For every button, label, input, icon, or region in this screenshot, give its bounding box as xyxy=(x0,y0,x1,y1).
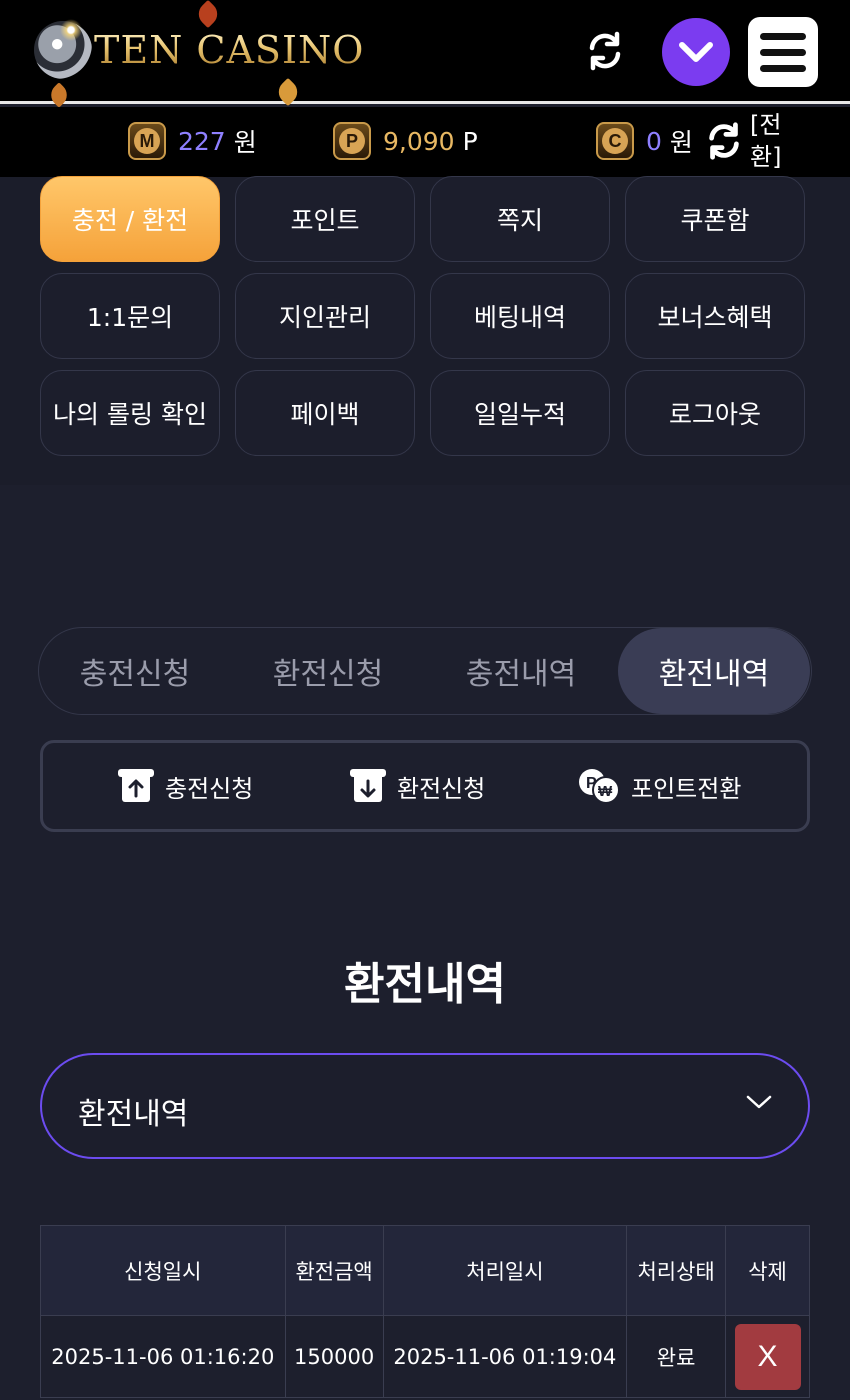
money-unit: 원 xyxy=(233,128,257,157)
withdraw-icon xyxy=(349,768,387,804)
quick-point-convert-label: 포인트전환 xyxy=(631,774,742,803)
history-filter-value: 환전내역 xyxy=(78,1097,189,1132)
menu-daily-accumulate[interactable]: 일일누적 xyxy=(430,370,610,456)
casino-value: 0 xyxy=(646,126,662,156)
quick-withdraw-label: 환전신청 xyxy=(397,774,486,803)
tab-deposit-history[interactable]: 충전내역 xyxy=(425,628,617,714)
money-coin-icon: M xyxy=(128,122,166,160)
hamburger-menu-button[interactable] xyxy=(748,17,818,87)
col-status: 처리상태 xyxy=(626,1225,726,1316)
table-header-row: 신청일시 환전금액 처리일시 처리상태 삭제 xyxy=(40,1225,810,1316)
tab-deposit-request[interactable]: 충전신청 xyxy=(39,628,231,714)
transaction-tabs: 충전신청 환전신청 충전내역 환전내역 xyxy=(38,627,812,715)
balance-bar: M 227 원 P 9,090 P C 0 원 [전환] xyxy=(0,107,850,177)
cell-amount: 150000 xyxy=(284,1315,384,1398)
menu-deposit-withdraw[interactable]: 충전 / 환전 xyxy=(40,176,220,262)
svg-text:₩: ₩ xyxy=(598,783,613,800)
casino-unit: 원 xyxy=(669,128,693,157)
table-row: 2025-11-06 01:16:20 150000 2025-11-06 01… xyxy=(40,1315,810,1398)
logo[interactable]: TEN CASINO xyxy=(34,19,365,80)
delete-button[interactable]: X xyxy=(734,1323,801,1390)
refresh-button[interactable] xyxy=(584,30,626,72)
convert-refresh-icon xyxy=(709,122,739,160)
tab-withdraw-history[interactable]: 환전내역 xyxy=(618,628,810,714)
point-unit: P xyxy=(462,126,478,156)
money-value: 227 xyxy=(178,126,226,156)
quick-deposit-button[interactable]: 충전신청 xyxy=(117,765,253,807)
money-balance: M 227 원 xyxy=(128,121,257,161)
quick-deposit-label: 충전신청 xyxy=(165,774,254,803)
point-coin-icon: P xyxy=(333,122,371,160)
cell-requested-at: 2025-11-06 01:16:20 xyxy=(40,1315,286,1398)
quick-point-convert-button[interactable]: P ₩ 포인트전환 xyxy=(577,765,741,807)
cell-processed-at: 2025-11-06 01:19:04 xyxy=(382,1315,628,1398)
autumn-leaf-icon xyxy=(46,82,72,108)
menu-inquiry[interactable]: 1:1문의 xyxy=(40,273,220,359)
convert-label: [전환] xyxy=(750,111,782,171)
hamburger-icon xyxy=(760,32,806,40)
cell-delete: X xyxy=(725,1315,810,1398)
top-header: TEN CASINO xyxy=(0,0,850,108)
point-convert-icon: P ₩ xyxy=(577,765,621,807)
convert-button[interactable]: [전환] xyxy=(704,109,794,173)
col-delete: 삭제 xyxy=(725,1225,810,1316)
menu-referral[interactable]: 지인관리 xyxy=(235,273,415,359)
menu-point[interactable]: 포인트 xyxy=(235,176,415,262)
deposit-icon xyxy=(117,768,155,804)
account-dropdown-button[interactable] xyxy=(662,18,730,86)
refresh-icon xyxy=(589,31,621,71)
autumn-leaf-icon xyxy=(273,77,303,107)
history-filter-select[interactable]: 환전내역 xyxy=(40,1053,810,1159)
logo-text: TEN CASINO xyxy=(94,28,365,72)
point-balance: P 9,090 P xyxy=(333,121,478,161)
col-amount: 환전금액 xyxy=(284,1225,384,1316)
menu-coupon[interactable]: 쿠폰함 xyxy=(625,176,805,262)
chevron-down-icon xyxy=(746,1093,772,1115)
chevron-down-icon xyxy=(679,42,713,62)
col-requested-at: 신청일시 xyxy=(40,1225,286,1316)
point-value: 9,090 xyxy=(383,126,455,156)
quick-withdraw-button[interactable]: 환전신청 xyxy=(349,765,485,807)
section-title: 환전내역 xyxy=(344,959,506,1010)
logo-emblem-icon xyxy=(34,19,92,79)
casino-balance: C 0 원 xyxy=(596,121,693,161)
cell-status: 완료 xyxy=(626,1315,726,1398)
svg-text:P: P xyxy=(586,775,597,792)
menu-payback[interactable]: 페이백 xyxy=(235,370,415,456)
menu-logout[interactable]: 로그아웃 xyxy=(625,370,805,456)
menu-grid: 충전 / 환전 포인트 쪽지 쿠폰함 1:1문의 지인관리 베팅내역 보너스혜택… xyxy=(0,176,850,485)
quick-actions: 충전신청 환전신청 P ₩ 포인트전환 xyxy=(40,740,810,832)
casino-coin-icon: C xyxy=(596,122,634,160)
col-processed-at: 처리일시 xyxy=(382,1225,628,1316)
menu-bet-history[interactable]: 베팅내역 xyxy=(430,273,610,359)
menu-message[interactable]: 쪽지 xyxy=(430,176,610,262)
menu-rolling[interactable]: 나의 롤링 확인 xyxy=(40,370,220,456)
menu-bonus[interactable]: 보너스혜택 xyxy=(625,273,805,359)
tab-withdraw-request[interactable]: 환전신청 xyxy=(232,628,424,714)
withdraw-history-table: 신청일시 환전금액 처리일시 처리상태 삭제 2025-11-06 01:16:… xyxy=(40,1225,810,1398)
